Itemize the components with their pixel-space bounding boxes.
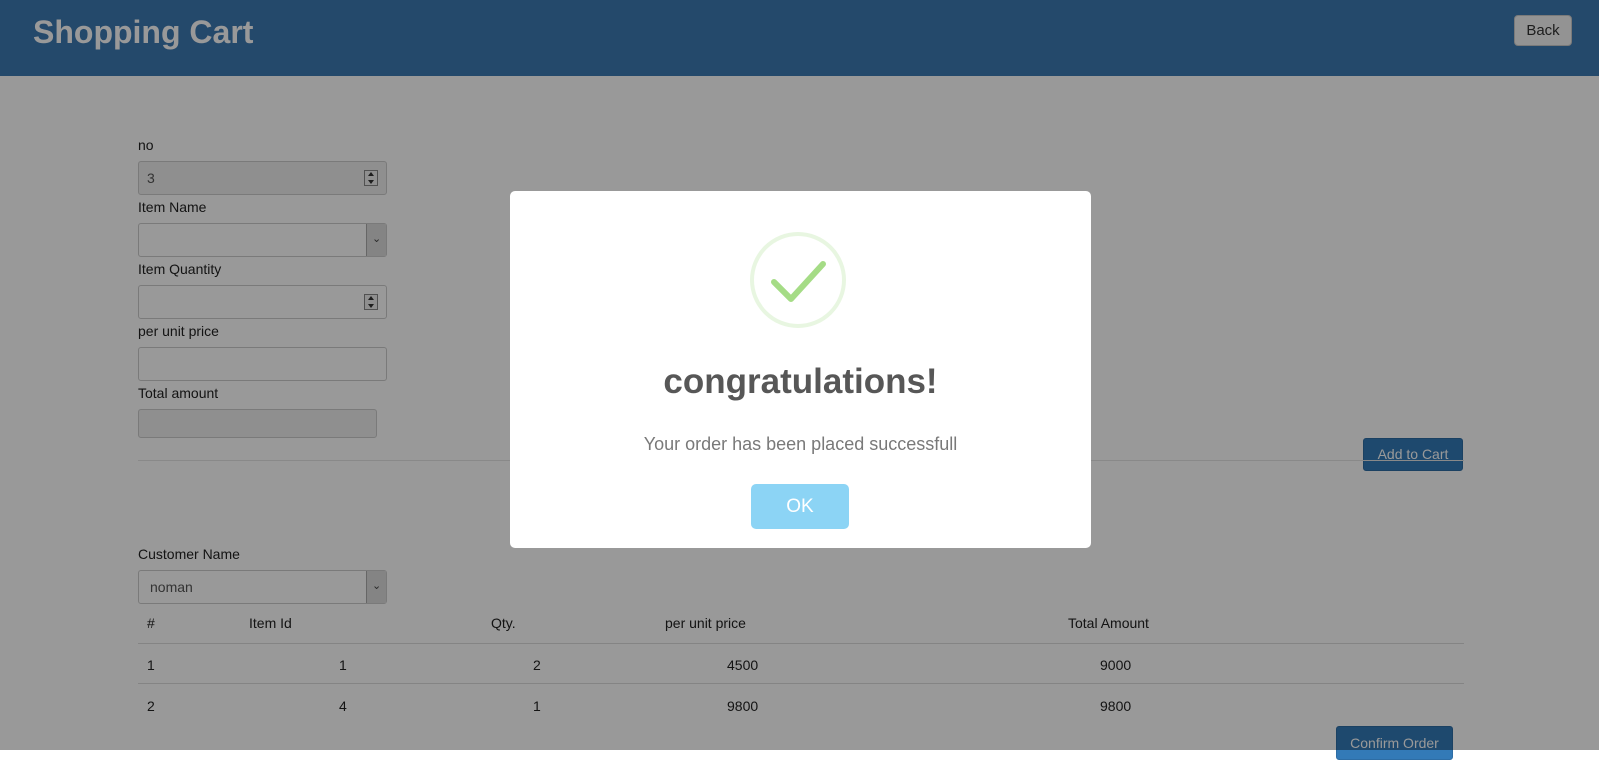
success-modal: congratulations! Your order has been pla… [510,191,1091,548]
modal-message: Your order has been placed successfull [643,434,958,454]
checkmark-success-icon [750,232,846,328]
modal-title: congratulations! [663,362,938,401]
ok-button[interactable]: OK [751,484,849,529]
